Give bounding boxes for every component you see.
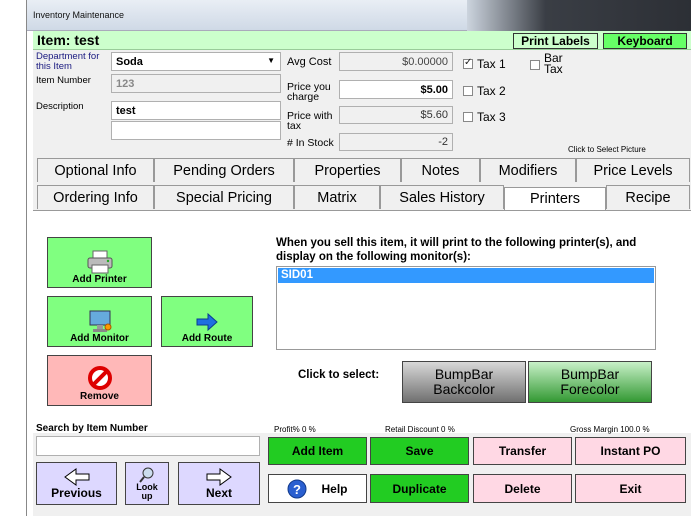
exit-button[interactable]: Exit — [575, 474, 686, 503]
arrow-right-icon — [196, 312, 218, 332]
help-label: Help — [321, 481, 348, 496]
department-value: Soda — [116, 55, 143, 68]
tab-properties[interactable]: Properties — [294, 158, 401, 182]
no-entry-icon — [87, 366, 112, 390]
tax3-label: Tax 3 — [477, 110, 506, 124]
tax2-checkbox[interactable] — [463, 86, 473, 96]
tab-optional-info[interactable]: Optional Info — [37, 158, 154, 182]
tab-price-levels[interactable]: Price Levels — [576, 158, 690, 182]
tax1-label: Tax 1 — [477, 57, 506, 71]
in-stock-field[interactable]: -2 — [339, 133, 453, 151]
next-label: Next — [205, 485, 232, 500]
monitor-icon — [89, 310, 111, 332]
bumpbar-fore-line2: Forecolor — [560, 381, 620, 397]
save-button[interactable]: Save — [370, 437, 469, 465]
price-charge-field[interactable]: $5.00 — [339, 80, 453, 99]
tab-ordering-info[interactable]: Ordering Info — [37, 185, 154, 209]
bar-tax-label: Bar Tax — [544, 51, 563, 76]
tab-pending-orders[interactable]: Pending Orders — [154, 158, 294, 182]
item-number-field[interactable]: 123 — [111, 74, 281, 93]
tab-special-pricing[interactable]: Special Pricing — [154, 185, 294, 209]
description-line2-field[interactable] — [111, 121, 281, 140]
description-field[interactable]: test — [111, 101, 281, 120]
tab-printers[interactable]: Printers — [504, 187, 606, 210]
add-printer-button[interactable]: Add Printer — [47, 237, 152, 288]
price-charge-label: Price you charge — [287, 81, 331, 103]
tab-recipe[interactable]: Recipe — [606, 185, 690, 209]
svg-text:?: ? — [294, 482, 302, 497]
arrow-left-icon — [63, 467, 89, 486]
tab-notes[interactable]: Notes — [401, 158, 480, 182]
printers-info-text: When you sell this item, it will print t… — [276, 237, 637, 263]
help-icon: ? — [287, 479, 307, 498]
picture-hint[interactable]: Click to Select Picture — [568, 145, 646, 155]
printers-panel: Add Printer Add Monitor Add Route Remove… — [33, 210, 691, 433]
add-route-label: Add Route — [181, 333, 233, 344]
window-title: Inventory Maintenance — [33, 10, 125, 20]
remove-button[interactable]: Remove — [47, 355, 152, 406]
item-number-label: Item Number — [36, 75, 91, 86]
magnifier-icon — [139, 467, 154, 483]
gross-margin-text: Gross Margin 100.0 % — [570, 425, 650, 434]
duplicate-button[interactable]: Duplicate — [370, 474, 469, 503]
tax2-label: Tax 2 — [477, 84, 506, 98]
bumpbar-back-line2: Backcolor — [433, 381, 495, 397]
printer-list-item[interactable]: SID01 — [278, 268, 654, 283]
add-monitor-button[interactable]: Add Monitor — [47, 296, 152, 347]
bumpbar-back-line1: BumpBar — [434, 366, 494, 382]
lookup-button[interactable]: Look up — [125, 462, 169, 505]
avg-cost-field[interactable]: $0.00000 — [339, 52, 453, 71]
titlebar-dark-region — [467, 0, 691, 31]
bar-tax-checkbox[interactable] — [530, 60, 540, 70]
bumpbar-backcolor-button[interactable]: BumpBar Backcolor — [402, 361, 526, 403]
department-label: Department for this Item — [36, 51, 100, 72]
previous-label: Previous — [51, 485, 102, 500]
search-label: Search by Item Number — [36, 423, 148, 434]
instant-po-button[interactable]: Instant PO — [575, 437, 686, 465]
bumpbar-fore-line1: BumpBar — [560, 366, 620, 382]
profit-text: Profit% 0 % — [274, 425, 316, 434]
click-to-select-label: Click to select: — [298, 369, 380, 381]
tab-sales-history[interactable]: Sales History — [380, 185, 504, 209]
tax3-checkbox[interactable] — [463, 112, 473, 122]
add-printer-label: Add Printer — [72, 274, 127, 285]
add-item-button[interactable]: Add Item — [268, 437, 367, 465]
arrow-right-outline-icon — [206, 467, 232, 486]
inventory-window: Inventory Maintenance Item: test Print L… — [26, 0, 691, 516]
bumpbar-forecolor-button[interactable]: BumpBar Forecolor — [528, 361, 652, 403]
print-labels-button[interactable]: Print Labels — [513, 33, 598, 49]
add-route-button[interactable]: Add Route — [161, 296, 253, 347]
printer-list[interactable]: SID01 — [276, 266, 656, 350]
price-tax-field[interactable]: $5.60 — [339, 106, 453, 124]
price-tax-label: Price with tax — [287, 110, 333, 132]
tab-modifiers[interactable]: Modifiers — [480, 158, 576, 182]
avg-cost-label: Avg Cost — [287, 56, 332, 68]
printer-icon — [87, 250, 112, 274]
tax1-checkbox[interactable] — [463, 57, 473, 69]
item-title: Item: test — [37, 32, 100, 48]
lookup-line2: up — [141, 490, 153, 501]
add-monitor-label: Add Monitor — [70, 333, 129, 344]
item-header: Item: test Print Labels Keyboard — [33, 31, 691, 50]
transfer-button[interactable]: Transfer — [473, 437, 572, 465]
tab-row-1: Optional Info Pending Orders Properties … — [33, 158, 691, 182]
search-input[interactable] — [36, 436, 260, 456]
department-select[interactable]: Soda ▼ — [111, 52, 281, 71]
tab-matrix[interactable]: Matrix — [294, 185, 380, 209]
delete-button[interactable]: Delete — [473, 474, 572, 503]
next-button[interactable]: Next — [178, 462, 260, 505]
help-button[interactable]: ? Help — [268, 474, 367, 503]
main-content: Item: test Print Labels Keyboard Departm… — [33, 31, 691, 516]
remove-label: Remove — [80, 391, 119, 402]
in-stock-label: # In Stock — [287, 137, 334, 149]
tab-row-2: Ordering Info Special Pricing Matrix Sal… — [33, 185, 691, 210]
keyboard-button[interactable]: Keyboard — [603, 33, 687, 49]
previous-button[interactable]: Previous — [36, 462, 117, 505]
retail-discount-text: Retail Discount 0 % — [385, 425, 455, 434]
title-bar: Inventory Maintenance — [27, 0, 691, 31]
dropdown-arrow-icon: ▼ — [267, 56, 275, 65]
description-label: Description — [36, 101, 84, 112]
